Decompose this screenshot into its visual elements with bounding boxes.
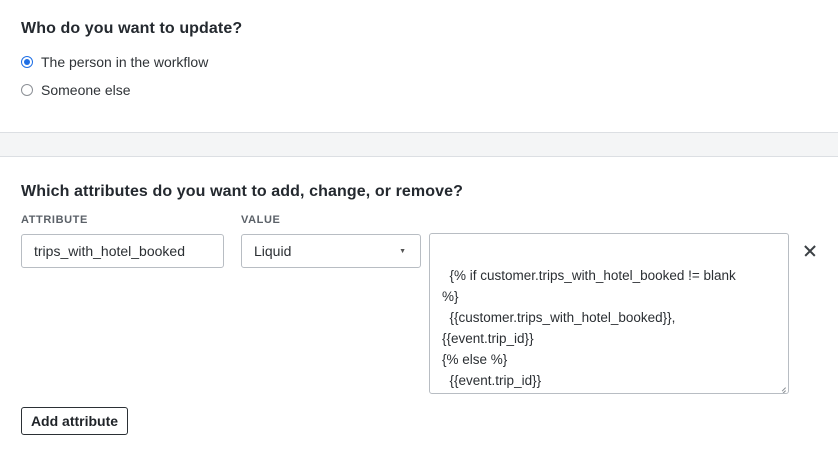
value-type-select[interactable]: Liquid ▼ bbox=[241, 234, 421, 268]
resize-handle-icon[interactable] bbox=[778, 383, 786, 391]
attributes-heading: Which attributes do you want to add, cha… bbox=[21, 183, 463, 200]
add-attribute-button[interactable]: Add attribute bbox=[21, 407, 128, 435]
liquid-value-textarea[interactable]: {% if customer.trips_with_hotel_booked !… bbox=[429, 233, 789, 394]
radio-someone-else[interactable]: Someone else bbox=[21, 82, 131, 98]
chevron-down-icon: ▼ bbox=[399, 247, 406, 255]
who-heading: Who do you want to update? bbox=[21, 20, 243, 37]
radio-button-unchecked[interactable] bbox=[21, 84, 33, 96]
close-icon[interactable] bbox=[800, 241, 820, 261]
radio-label-someone-else: Someone else bbox=[41, 82, 131, 98]
liquid-code-text: {% if customer.trips_with_hotel_booked !… bbox=[442, 268, 736, 388]
value-column-label: VALUE bbox=[241, 214, 281, 226]
radio-person-in-workflow[interactable]: The person in the workflow bbox=[21, 54, 208, 70]
radio-label-person-in-workflow: The person in the workflow bbox=[41, 54, 209, 70]
value-type-selected: Liquid bbox=[254, 243, 292, 259]
section-divider bbox=[0, 132, 838, 157]
attribute-column-label: ATTRIBUTE bbox=[21, 214, 88, 226]
radio-button-checked[interactable] bbox=[21, 56, 33, 68]
attribute-name-input[interactable]: trips_with_hotel_booked bbox=[21, 234, 224, 268]
